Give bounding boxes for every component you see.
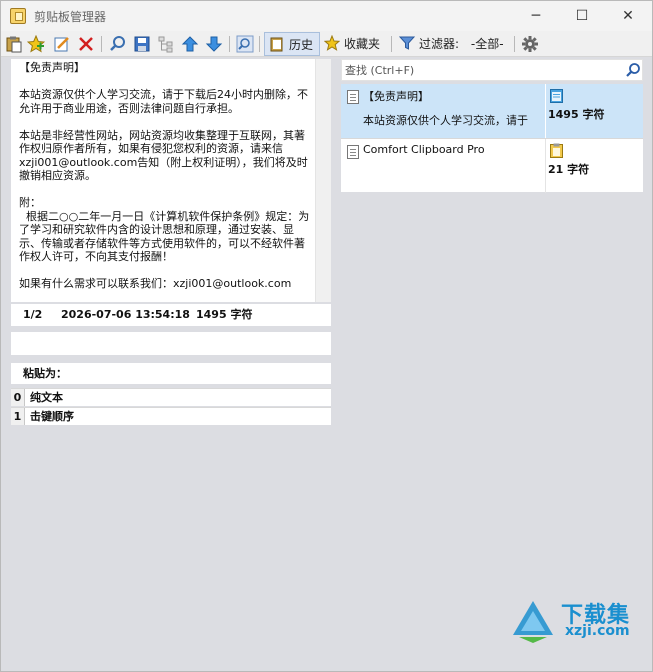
move-up-icon[interactable] [181,35,199,53]
paste-as-keystrokes[interactable]: 1 击键顺序 [11,407,331,425]
tab-favorites-label: 收藏夹 [344,37,381,51]
filter-value: -全部- [470,37,504,51]
clip-list-item[interactable]: Comfort Clipboard Pro 21 字符 [341,139,643,193]
toolbar-separator [101,36,102,52]
preview-scrollbar[interactable] [315,59,331,302]
close-button[interactable]: ✕ [605,1,651,31]
clip-preview-pane[interactable]: 【免责声明】 本站资源仅供个人学习交流，请于下载后24小时内删除，不允许用于商业… [11,59,331,302]
filter-dropdown[interactable]: 过滤器: -全部- [395,32,513,56]
column-divider [545,84,546,138]
clip-char-count: 21 字符 [548,163,590,176]
clip-title: Comfort Clipboard Pro [363,143,485,156]
clipboard-icon [550,143,563,158]
clip-preview: 本站资源仅供个人学习交流，请于 [363,114,528,127]
title-bar[interactable]: 剪贴板管理器 ─ ☐ ✕ [1,1,652,31]
maximize-button[interactable]: ☐ [559,1,605,31]
paste-option-label: 纯文本 [30,391,63,404]
toolbar-separator [259,36,260,52]
paste-as-plain-text[interactable]: 0 纯文本 [11,388,331,406]
save-icon[interactable] [133,35,151,53]
toolbar-separator [514,36,515,52]
clip-char-count: 1495 字符 [196,308,253,321]
paste-icon[interactable] [5,35,23,53]
tree-icon[interactable] [157,35,175,53]
search-icon[interactable] [625,62,641,78]
clipboard-app-icon [10,8,26,24]
clip-list-item[interactable]: 【免责声明】 本站资源仅供个人学习交流，请于 1495 字符 [341,84,643,138]
filter-label: 过滤器: [419,37,460,51]
clip-title: 【免责声明】 [363,90,429,103]
tab-history[interactable]: 历史 [264,32,320,56]
clip-char-count: 1495 字符 [548,108,605,121]
paste-option-label: 击键顺序 [30,410,74,423]
app-window: 剪贴板管理器 ─ ☐ ✕ 历史 收藏夹 过滤器: -全部- 【免责声明】 本站资… [0,0,653,672]
toolbar-separator [391,36,392,52]
clip-list: 【免责声明】 本站资源仅供个人学习交流，请于 1495 字符 Comfort C… [341,84,643,193]
column-divider [545,139,546,193]
add-favorite-icon[interactable] [27,35,45,53]
preview-toggle-icon[interactable] [236,35,254,53]
watermark-logo-icon [513,601,553,643]
notepad-icon [550,89,563,103]
search-box [341,59,643,81]
move-down-icon[interactable] [205,35,223,53]
toolbar: 历史 收藏夹 过滤器: -全部- [1,31,652,57]
watermark-url: xzji.com [565,623,630,639]
paste-option-number: 0 [11,389,25,406]
clip-status-bar: 1/2 2026-07-06 13:54:18 1495 字符 [11,304,331,326]
search-icon[interactable] [109,35,127,53]
edit-icon[interactable] [53,35,71,53]
text-document-icon [347,90,359,104]
toolbar-separator [229,36,230,52]
paste-as-header: 粘贴为： [11,363,331,384]
paste-option-number: 1 [11,408,25,425]
search-input[interactable] [342,60,622,80]
history-icon [270,37,283,52]
gear-icon[interactable] [521,35,539,53]
clip-position: 1/2 [23,308,43,321]
window-title: 剪贴板管理器 [34,10,107,24]
minimize-button[interactable]: ─ [513,1,559,31]
text-document-icon [347,145,359,159]
delete-icon[interactable] [77,35,95,53]
tab-history-label: 历史 [289,38,314,52]
filter-icon [399,36,415,50]
info-bar [11,332,331,355]
clip-preview-text: 【免责声明】 本站资源仅供个人学习交流，请于下载后24小时内删除，不允许用于商业… [19,61,310,290]
clip-datetime: 2026-07-06 13:54:18 [61,308,190,321]
tab-favorites[interactable]: 收藏夹 [320,32,386,56]
star-icon [324,35,340,51]
site-watermark: 下载集 xzji.com [509,597,645,645]
